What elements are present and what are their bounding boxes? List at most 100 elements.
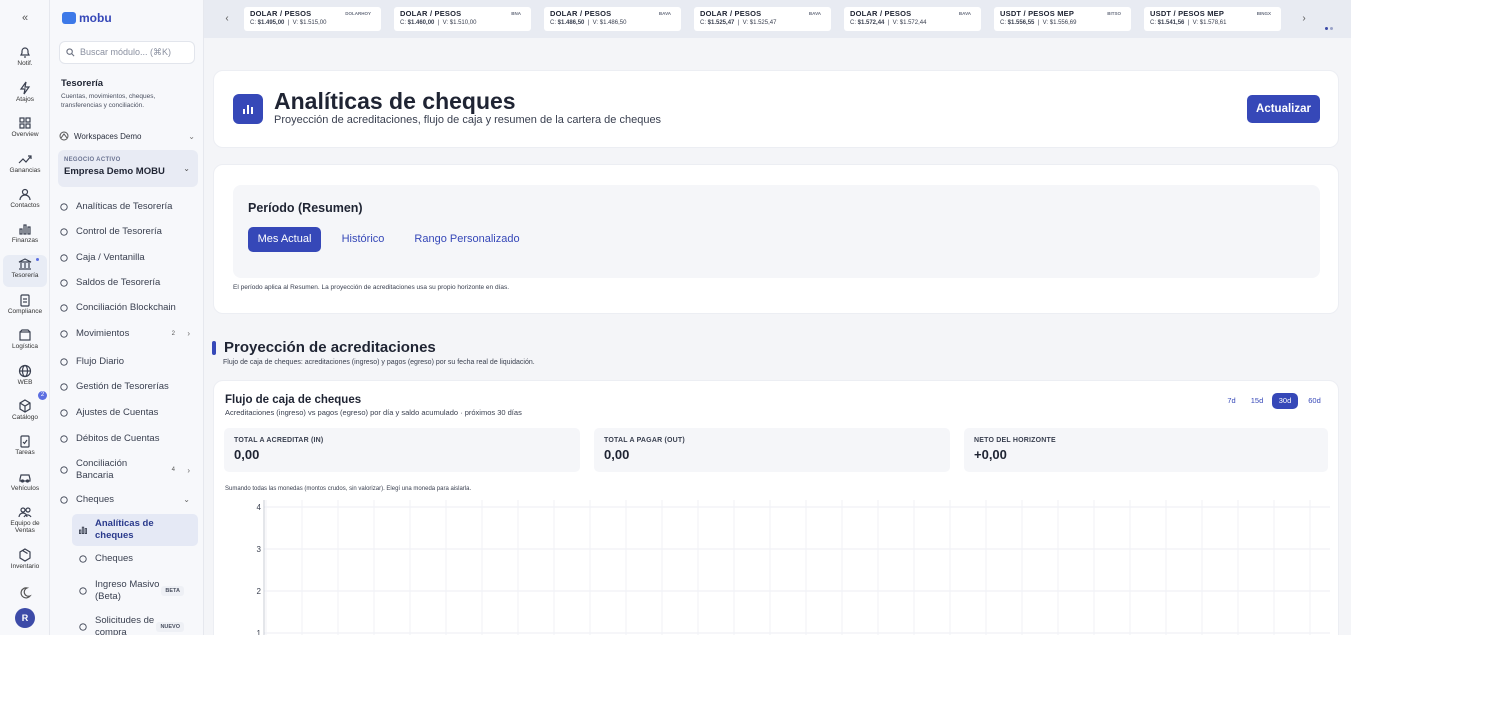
rail-item-car[interactable]: Vehículos [3,468,47,500]
rail-item-bar-chart[interactable]: Finanzas [3,220,47,252]
rail-item-label: Atajos [15,96,35,103]
ticker-pager[interactable] [1325,17,1337,30]
rail-item-team[interactable]: Equipo de Ventas [3,503,47,535]
rate-card[interactable]: DOLAR / PESOS BAVA C: $1.525,47 | V: $1.52… [694,7,831,31]
brand-mark-icon [62,12,76,24]
sidebar-item-7[interactable]: Flujo Diario [59,356,199,367]
sidebar-item-10[interactable]: Débitos de Cuentas [59,433,199,444]
section-accent-bar [212,341,216,355]
sell-rate: $1.556,69 [1049,20,1077,26]
rate-values: C: $1.541,56 | V: $1.578,61 [1150,20,1281,26]
rail-item-users[interactable]: Contactos [3,185,47,217]
workspace-icon [59,131,69,141]
rail-item-box[interactable]: Logística [3,326,47,358]
sidebar-item-9[interactable]: Ajustes de Cuentas [59,407,199,418]
rail-item-label: Contactos [10,202,40,209]
app-frame: « Notif. Atajos Overview Ganancias Contactos… [0,0,1351,635]
range-15d[interactable]: 15d [1245,393,1269,409]
sidebar-subitem-2[interactable]: Cheques [78,553,193,565]
sell-prefix: V: [592,20,599,26]
rail-item-clipboard[interactable]: Compliance [3,291,47,323]
sidebar-subitem-1[interactable]: Analíticas de cheques [72,514,198,546]
sidebar-item-8[interactable]: Gestión de Tesorerías [59,381,199,392]
separator: | [884,20,893,26]
period-option-mes-actual[interactable]: Mes Actual [248,227,321,252]
rate-card[interactable]: USDT / PESOS MEP BITSO C: $1.556,55 | V: $… [994,7,1131,31]
theme-toggle-icon[interactable] [18,586,32,600]
rate-card[interactable]: DOLAR / PESOS DOLARHOY C: $1.495,00 | V: $… [244,7,381,31]
rate-source: BNA [511,11,521,16]
cashflow-chart: 4 3 2 1 [257,500,1330,635]
rail-item-bell[interactable]: Notif. [3,43,47,75]
search-input[interactable]: Buscar módulo... (⌘K) [59,41,195,64]
rail-item-cube[interactable]: Catálogo 2 [3,391,47,429]
range-30d[interactable]: 30d [1272,393,1298,409]
rail-item-label: Equipo de Ventas [10,520,40,534]
business-label: NEGOCIO ACTIVO [64,157,121,163]
sidebar-subitem-4[interactable]: Solicitudes de compra NUEVO [78,615,193,635]
rate-card[interactable]: DOLAR / PESOS BAVA C: $1.486,50 | V: $1.48… [544,7,681,31]
period-option-rango[interactable]: Rango Personalizado [408,227,526,252]
rail-item-clipboard-check[interactable]: Tareas [3,432,47,464]
period-note: El período aplica al Resumen. La proyecc… [233,284,510,291]
rail-item-globe[interactable]: WEB [3,362,47,394]
sidebar-item-label: Solicitudes de compra [95,615,155,635]
period-option-historico[interactable]: Histórico [333,227,393,252]
sidebar-item-label: Ingreso Masivo (Beta) [95,579,160,602]
rail-item-label: Finanzas [11,237,39,244]
sidebar-item-label: Ajustes de Cuentas [76,407,159,418]
sidebar-item-6[interactable]: Movimientos 2 › [59,328,199,339]
brand-logo[interactable]: mobu [62,10,112,26]
chevron-down-icon: ⌄ [183,164,190,173]
sidebar-item-label: Saldos de Tesorería [76,277,161,288]
sell-prefix: V: [442,20,449,26]
sidebar-item-label: Analíticas de cheques [95,518,154,541]
rate-card[interactable]: DOLAR / PESOS BAVA C: $1.572,44 | V: $1.57… [844,7,981,31]
workspace-selector[interactable]: Workspaces Demo ⌄ [59,128,195,144]
bar-chart-icon [18,222,32,236]
sidebar-item-label: Flujo Diario [76,356,125,367]
count-badge: 4 [171,467,175,473]
rail-item-grid[interactable]: Overview [3,114,47,146]
catalogo-badge: 2 [38,391,47,400]
section-subtitle: Cuentas, movimientos, cheques, transfere… [61,93,156,109]
sidebar-item-4[interactable]: Saldos de Tesorería [59,277,199,288]
rate-values: C: $1.525,47 | V: $1.525,47 [700,20,831,26]
sidebar-item-11[interactable]: Conciliación Bancaria 4 › [59,458,199,482]
clipboard-check-icon [18,434,32,448]
buy-rate: $1.525,47 [707,20,735,26]
rail-item-lightning[interactable]: Atajos [3,79,47,111]
rail-item-package[interactable]: Inventario [3,546,47,578]
team-icon [18,505,32,519]
buy-prefix: C: [850,20,856,26]
sidebar: mobu Buscar módulo... (⌘K) Tesorería Cue… [50,0,204,635]
rail-item-bank[interactable]: Tesorería [3,255,47,287]
users-icon [18,187,32,201]
business-selector[interactable]: NEGOCIO ACTIVO Empresa Demo MOBU ⌄ [58,150,198,187]
sidebar-item-1[interactable]: Analíticas de Tesorería [59,201,199,212]
collapse-icon[interactable]: « [17,12,33,24]
rate-card[interactable]: DOLAR / PESOS BNA C: $1.460,00 | V: $1.510… [394,7,531,31]
sidebar-item-2[interactable]: Control de Tesorería [59,226,199,237]
buy-rate: $1.541,56 [1157,20,1185,26]
sidebar-subitem-3[interactable]: Ingreso Masivo (Beta) BETA [78,579,193,603]
sidebar-item-5[interactable]: Conciliación Blockchain [59,302,199,313]
rate-values: C: $1.486,50 | V: $1.486,50 [550,20,681,26]
rate-card[interactable]: USDT / PESOS MEP BINGX C: $1.541,56 | V: $… [1144,7,1281,31]
nav-icon [78,586,88,596]
ticker-prev-icon[interactable]: ‹ [221,13,233,25]
bell-icon [18,45,32,59]
nav-icon [78,554,88,564]
rail-item-trend-up[interactable]: Ganancias [3,150,47,182]
refresh-button[interactable]: Actualizar [1247,95,1320,123]
ticker-next-icon[interactable]: › [1298,13,1310,25]
range-60d[interactable]: 60d [1301,393,1328,409]
rail-item-label: Tesorería [11,272,39,279]
car-icon [18,470,32,484]
buy-prefix: C: [400,20,406,26]
nav-icon [59,434,69,444]
range-7d[interactable]: 7d [1221,393,1242,409]
avatar[interactable]: R [15,608,35,628]
sidebar-item-3[interactable]: Caja / Ventanilla [59,252,199,263]
sidebar-item-12[interactable]: Cheques ⌄ [59,494,199,505]
